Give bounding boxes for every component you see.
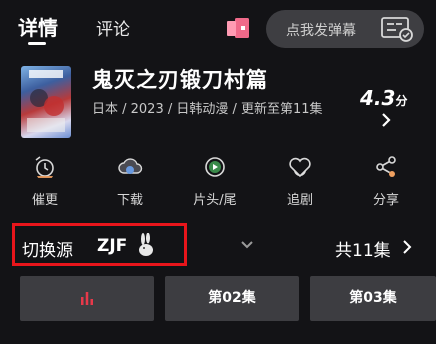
follow-series-label: 追剧	[286, 193, 313, 208]
now-playing-icon	[81, 292, 93, 305]
remind-update-button[interactable]: 催更	[17, 156, 73, 208]
share-button[interactable]: 分享	[358, 156, 414, 208]
source-value[interactable]: ZJF	[97, 236, 127, 256]
follow-series-button[interactable]: 追剧	[272, 156, 328, 208]
details-chevron-icon[interactable]	[380, 112, 392, 128]
rating-value: 4.3	[360, 86, 396, 110]
danmaku-input[interactable]: 点我发弹幕	[266, 10, 424, 48]
heart-follow-icon	[289, 157, 311, 178]
share-label: 分享	[372, 193, 399, 208]
tab-active-indicator	[28, 42, 46, 45]
download-label: 下载	[116, 193, 143, 208]
danmaku-placeholder: 点我发弹幕	[286, 23, 356, 39]
episode-button[interactable]: 第02集	[165, 276, 299, 321]
download-button[interactable]: 下载	[102, 156, 158, 208]
share-icon	[376, 156, 396, 177]
rating: 4.3分	[360, 86, 407, 110]
episode-button[interactable]: 第03集	[310, 276, 436, 321]
switch-source-label[interactable]: 切换源	[22, 236, 73, 261]
download-cloud-icon	[118, 158, 143, 174]
episode-count[interactable]: 共11集	[335, 236, 391, 261]
play-skip-icon	[205, 157, 225, 177]
source-dropdown-chevron-icon[interactable]	[241, 241, 253, 249]
rabbit-icon	[139, 233, 153, 256]
anime-poster[interactable]	[21, 66, 71, 138]
cast-screen-icon[interactable]	[226, 17, 250, 39]
remind-update-label: 催更	[31, 193, 58, 208]
skip-intro-outro-button[interactable]: 片头/尾	[187, 156, 243, 208]
alarm-icon	[35, 156, 54, 178]
tab-detail[interactable]: 详情	[18, 12, 58, 41]
tab-comment[interactable]: 评论	[96, 15, 130, 40]
danmaku-settings-icon[interactable]	[380, 16, 414, 42]
episode-button-current[interactable]	[20, 276, 154, 321]
skip-intro-outro-label: 片头/尾	[193, 193, 237, 208]
anime-title: 鬼灭之刃锻刀村篇	[92, 68, 268, 92]
rating-unit: 分	[395, 94, 408, 108]
anime-meta: 日本 / 2023 / 日韩动漫 / 更新至第11集	[92, 102, 323, 117]
episode-list-chevron-icon[interactable]	[402, 239, 412, 255]
